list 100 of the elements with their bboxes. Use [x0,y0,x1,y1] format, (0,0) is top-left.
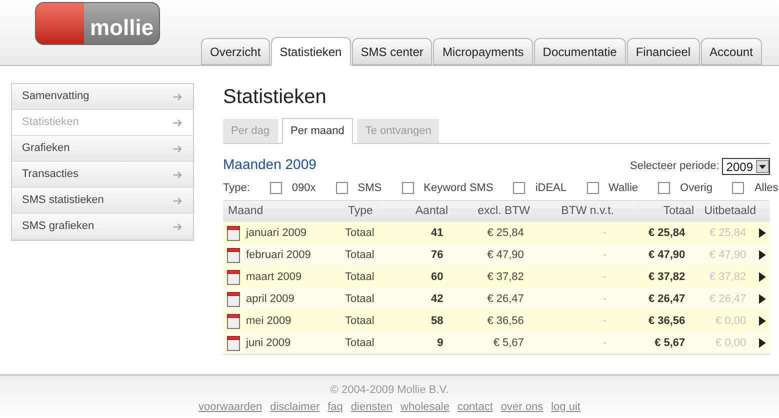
sidebar-label: Transacties [22,167,78,182]
table-cell-text: € 37,82 [487,270,524,285]
calendar-icon [227,336,240,350]
table-cell-text: 9 [437,336,444,351]
table-cell-text: mei 2009 [246,314,292,329]
table-cell-text: 42 [431,292,444,307]
table-cell-text: juni 2009 [246,336,291,351]
checkbox[interactable] [336,182,348,194]
table-cell-text: - [602,314,607,329]
nav-tab[interactable]: Micropayments [433,38,533,65]
type-filter-label: Type: [223,180,250,196]
table-cell-text: € 26,47 [709,292,746,307]
play-arrow-icon[interactable] [759,228,766,238]
table-cell-text: 76 [431,248,444,263]
table-cell-text: - [602,248,607,263]
sidebar-item[interactable]: Samenvatting [12,84,193,110]
column-header: Aantal [414,204,448,219]
table-cell-text: april 2009 [246,292,294,307]
checkbox-label: Keyword SMS [424,180,494,196]
table-cell-text: februari 2009 [246,248,311,263]
checkbox[interactable] [402,182,414,194]
nav-tab[interactable]: Documentatie [534,38,626,65]
arrow-right-icon [173,222,183,230]
sidebar-label: SMS statistieken [22,193,104,208]
checkbox-label: Wallie [608,180,638,196]
sidebar-item[interactable]: SMS statistieken [12,188,193,214]
table-cell-text: - [602,226,607,241]
nav-tab[interactable]: Statistieken [270,37,351,66]
calendar-icon [227,314,240,328]
play-arrow-icon[interactable] [759,338,766,348]
column-header: Uitbetaald [703,204,756,219]
column-header: Totaal [662,204,694,219]
sidebar-label: Grafieken [22,141,70,156]
table-cell-text: € 26,47 [487,292,524,307]
nav-tab[interactable]: Account [700,38,762,65]
table-cell-text: € 36,56 [648,314,686,329]
table-cell-text: Totaal [344,292,374,307]
play-arrow-icon[interactable] [759,294,766,304]
checkbox[interactable] [732,182,744,194]
table-cell-text: - [602,270,607,285]
table-cell-text: - [602,336,607,351]
checkbox[interactable] [586,182,598,194]
table-cell-text: € 25,84 [648,226,686,241]
nav-tab[interactable]: Financieel [626,38,700,65]
table-cell-text: € 37,82 [709,270,746,285]
table-cell-text: € 0,00 [716,314,746,329]
table-cell-text: € 36,56 [487,314,524,329]
column-header: Type [348,204,374,219]
logo-text: mollie [90,14,154,42]
arrow-right-icon [173,144,183,152]
table-cell-text: Totaal [344,248,374,263]
table-cell-text: 41 [431,226,444,241]
copyright-text: © 2004-2009 Mollie B.V. [330,383,449,398]
table-cell-text: € 26,47 [648,292,686,307]
period-select[interactable]: 2009 [722,158,770,175]
calendar-icon [227,292,240,306]
table-cell-text: Totaal [344,314,374,329]
play-arrow-icon[interactable] [759,316,766,326]
sidebar-label: SMS grafieken [22,219,94,234]
table-cell-text: Totaal [344,336,374,351]
play-arrow-icon[interactable] [759,250,766,260]
table-cell-text: maart 2009 [246,270,302,285]
table-cell-text: € 37,82 [648,270,686,285]
arrow-right-icon [173,92,183,100]
column-header: Maand [228,204,264,219]
calendar-icon [227,270,240,284]
table-cell-text: Totaal [344,226,374,241]
column-header: excl. BTW [476,204,530,219]
table-cell-text: € 47,90 [709,248,746,263]
table-cell-text: € 0,00 [716,336,746,351]
table-cell-text: Totaal [344,270,374,285]
sidebar-item[interactable]: SMS grafieken [12,214,193,240]
sidebar-item[interactable]: Transacties [12,162,193,188]
sidebar-item[interactable]: Grafieken [12,136,193,162]
play-arrow-icon[interactable] [759,272,766,282]
logo-mark-icon [36,3,84,44]
arrow-right-icon [173,196,183,204]
checkbox-label: 090x [292,180,316,196]
table-cell-text: € 47,90 [487,248,524,263]
calendar-icon [227,248,240,262]
table-cell-text: € 5,67 [654,336,686,351]
table-cell-text: € 25,84 [487,226,524,241]
table-cell-text: 58 [431,314,444,329]
checkbox[interactable] [270,182,282,194]
checkbox[interactable] [513,182,526,194]
arrow-right-icon [173,170,183,178]
checkbox[interactable] [658,182,670,194]
dropdown-caret-icon [756,160,769,173]
period-label: Selecteer periode: [630,159,720,174]
table-cell-text: € 5,67 [493,336,524,351]
section-title: Maanden 2009 [223,155,316,174]
nav-tab[interactable]: Overzicht [201,38,270,65]
sidebar-label: Samenvatting [22,89,90,104]
table-cell-text: - [602,292,607,307]
checkbox-label: Alles [754,180,778,196]
table-cell-text: 60 [431,270,444,285]
calendar-icon [227,226,240,240]
page-title: Statistieken [223,85,328,110]
view-tab[interactable]: Per maand [282,118,354,144]
nav-tab[interactable]: SMS center [352,38,432,65]
